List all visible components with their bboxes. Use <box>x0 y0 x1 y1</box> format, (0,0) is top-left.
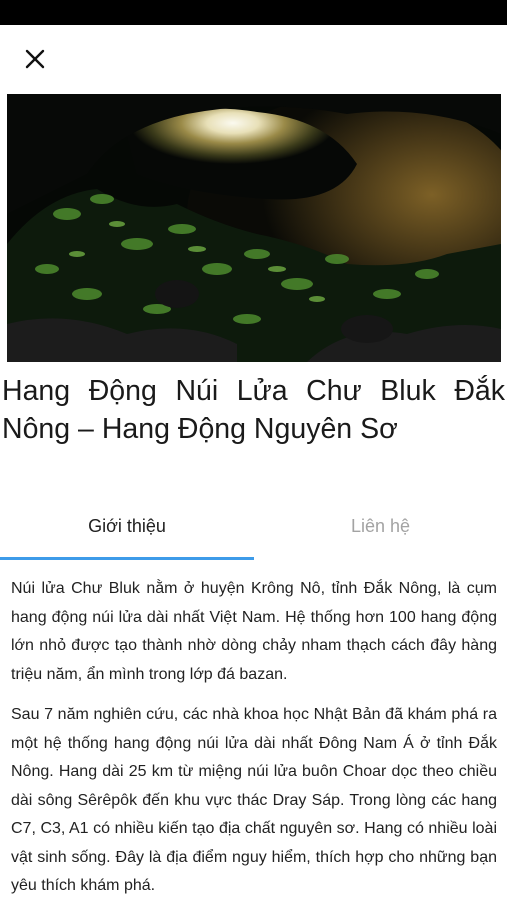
tab-introduction[interactable]: Giới thiệu <box>0 506 254 546</box>
page-title: Hang Động Núi Lửa Chư Bluk Đắk Nông – Ha… <box>2 375 505 445</box>
hero-image <box>7 94 501 362</box>
close-button[interactable] <box>20 44 50 74</box>
cave-photo <box>7 94 501 362</box>
intro-paragraph: Núi lửa Chư Bluk nằm ở huyện Krông Nô, t… <box>11 580 497 683</box>
intro-paragraph: Sau 7 năm nghiên cứu, các nhà khoa học N… <box>11 706 497 894</box>
intro-content: Núi lửa Chư Bluk nằm ở huyện Krông Nô, t… <box>11 575 497 900</box>
close-icon <box>25 49 45 69</box>
status-bar <box>0 0 507 25</box>
tab-bar: Giới thiệu Liên hệ <box>0 506 507 560</box>
tab-contact[interactable]: Liên hệ <box>254 506 507 546</box>
active-tab-indicator <box>0 557 254 560</box>
